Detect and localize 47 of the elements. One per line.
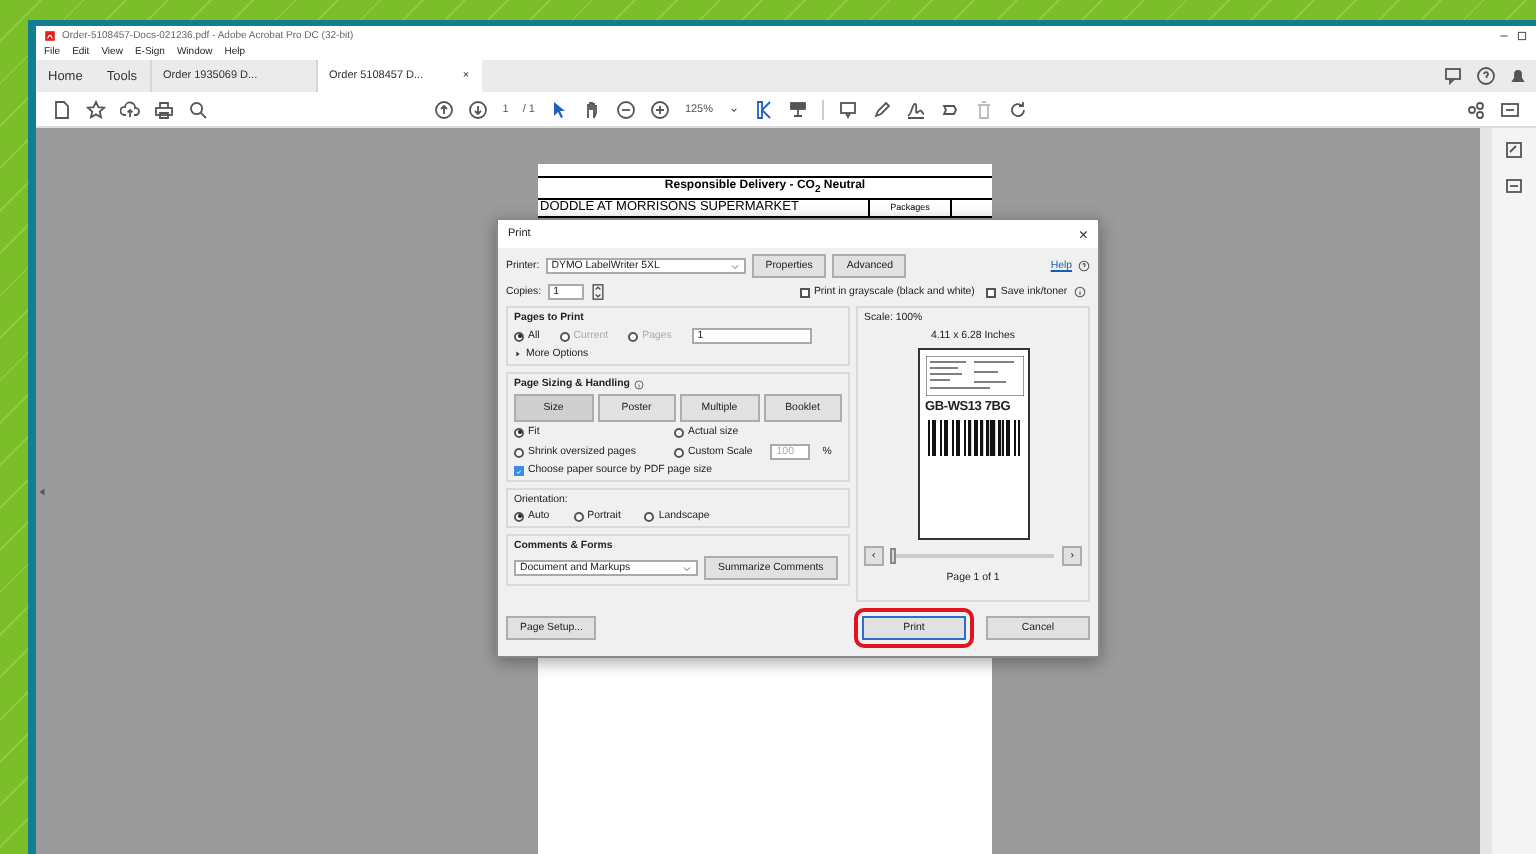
checkbox[interactable] [514, 465, 524, 475]
pointer-icon[interactable] [548, 99, 569, 119]
checkbox[interactable] [799, 287, 810, 297]
export-icon[interactable] [1504, 176, 1524, 196]
rotate-icon[interactable] [1007, 99, 1028, 119]
up-circle-icon[interactable] [434, 99, 455, 119]
fit-page-icon[interactable] [753, 99, 774, 119]
barcode-drawing [925, 420, 1023, 460]
signature-icon[interactable] [905, 99, 926, 119]
bell-icon[interactable] [1508, 66, 1528, 86]
chat-icon[interactable] [1444, 66, 1464, 86]
maximize-icon[interactable] [1516, 29, 1528, 41]
radio-button[interactable] [674, 427, 684, 437]
radio-button[interactable] [514, 447, 524, 457]
star-icon[interactable] [86, 99, 106, 119]
pen-icon[interactable] [871, 99, 892, 119]
pdf-file-icon [44, 29, 56, 41]
radio-button[interactable] [573, 511, 584, 521]
search-icon[interactable] [188, 99, 208, 119]
radio-button[interactable] [674, 447, 684, 457]
page-slider[interactable] [889, 548, 896, 564]
label-header-drawing [925, 356, 1023, 396]
radio-button[interactable] [644, 511, 655, 521]
edit-pdf-icon[interactable] [1504, 140, 1524, 160]
caret-icon [682, 563, 692, 573]
cloud-upload-icon[interactable] [120, 99, 140, 119]
help-icon[interactable] [1078, 260, 1090, 272]
zoom-in-icon[interactable] [650, 99, 671, 119]
radio-button[interactable] [514, 427, 524, 437]
info-icon[interactable] [1073, 286, 1086, 298]
radio-button[interactable] [514, 331, 524, 341]
printer-icon[interactable] [154, 99, 174, 119]
share-icon[interactable] [1466, 99, 1487, 119]
close-button[interactable]: × [1078, 225, 1088, 243]
message-icon[interactable] [1500, 99, 1521, 119]
spinner-icon[interactable] [589, 284, 606, 300]
caret-icon[interactable] [727, 103, 740, 115]
left-arrow-icon[interactable] [36, 485, 48, 497]
help-icon[interactable] [1476, 66, 1496, 86]
radio-button[interactable] [514, 511, 524, 521]
down-circle-icon[interactable] [468, 99, 489, 119]
caret-icon [729, 261, 740, 271]
zoom-out-icon[interactable] [616, 99, 637, 119]
comment-icon[interactable] [837, 99, 858, 119]
document-icon[interactable] [52, 99, 72, 119]
info-icon[interactable] [633, 379, 644, 389]
checkbox[interactable] [986, 287, 997, 297]
